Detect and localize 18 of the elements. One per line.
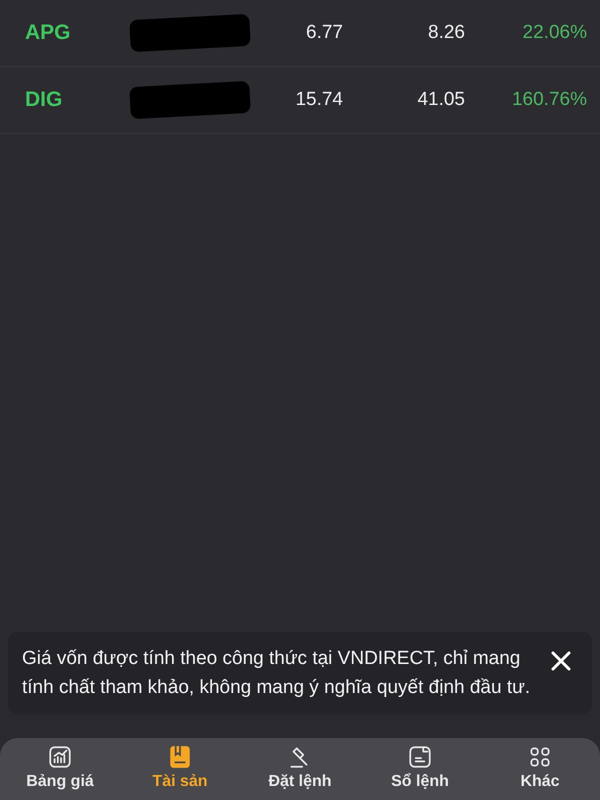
table-cell-text: 15.74 — [294, 88, 343, 112]
change-percent: 160.76% — [510, 88, 587, 112]
close-icon — [550, 650, 572, 672]
table-cell-text: 6.77 — [305, 20, 343, 45]
ticker-symbol: APG — [24, 20, 72, 46]
close-button[interactable] — [550, 650, 572, 672]
ticker-symbol: DIG — [24, 87, 64, 114]
nav-tab[interactable]: Sổ lệnh — [370, 744, 470, 793]
change-percent: 22.06% — [522, 20, 587, 45]
nav-tab[interactable]: Khác — [490, 744, 590, 793]
nav-tab[interactable]: Bảng giá — [10, 744, 110, 793]
table-cell-text: 41.05 — [416, 88, 465, 112]
table-cell-text: 8.26 — [427, 20, 465, 45]
nav-tab[interactable]: Tài sản — [130, 744, 230, 793]
notice-text: Giá vốn được tính theo công thức tại VNDIRECT, chỉ mang tính chất tham khảo, không mang ý nghĩa quyết định đầu tư. — [22, 647, 532, 700]
nav-tab[interactable]: Đặt lệnh — [250, 744, 350, 793]
chart-icon — [47, 744, 73, 770]
document-icon — [407, 744, 433, 770]
